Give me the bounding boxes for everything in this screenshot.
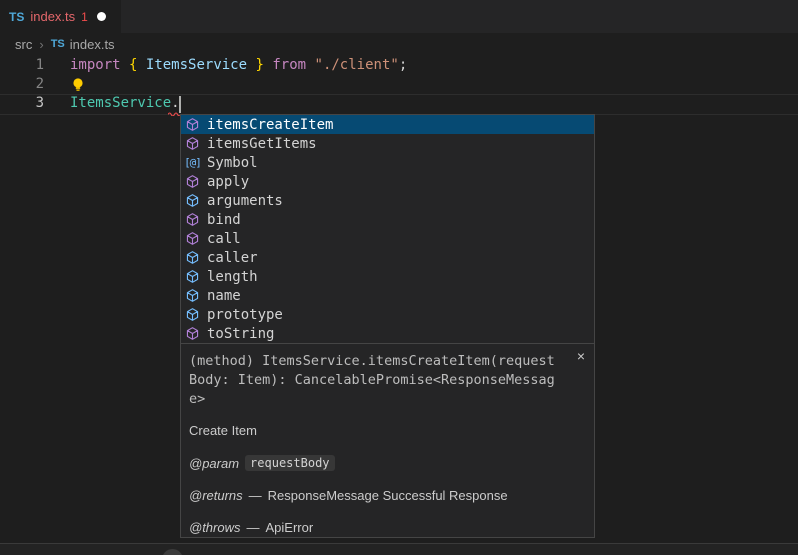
suggest-docs-panel: (method) ItemsService.itemsCreateItem(re… [181,343,594,537]
symbol-field-icon [184,307,201,322]
suggest-item-label: prototype [207,307,283,323]
code-token [121,57,129,73]
doc-tag-name: @returns [189,488,243,503]
doc-tag-name: @param [189,456,239,471]
code-token: "./client" [315,57,399,73]
doc-tag-param: @param requestBody [189,455,586,471]
code-token: ; [399,57,407,73]
suggest-item-label: caller [207,250,258,266]
code-token: ItemsService [146,57,247,73]
suggest-item-label: Symbol [207,155,258,171]
close-icon[interactable]: × [577,348,585,364]
floating-button-partial [162,549,183,555]
code-token: import [70,57,121,73]
code-token: from [272,57,306,73]
suggest-item-label: length [207,269,258,285]
suggest-item-label: itemsGetItems [207,136,317,152]
symbol-method-icon [184,117,201,132]
em-dash: — [249,488,262,503]
tab-label: index.ts [30,9,75,24]
suggest-item-itemsGetItems[interactable]: itemsGetItems [181,134,594,153]
vscode-window: TS index.ts 1 src › TS index.ts 123 impo… [0,0,798,555]
code-token: } [255,57,263,73]
code-token: ItemsService [70,95,171,111]
em-dash: — [247,520,260,535]
lightbulb-icon[interactable] [71,77,85,92]
suggest-item-caller[interactable]: caller [181,248,594,267]
code-line-3[interactable]: ItemsService. [70,95,407,114]
typescript-file-icon: TS [9,10,24,24]
suggest-list: itemsCreateItem itemsGetItems [@] Symbol app… [181,115,594,343]
suggest-item-length[interactable]: length [181,267,594,286]
suggest-item-label: itemsCreateItem [207,117,333,133]
suggest-item-label: call [207,231,241,247]
symbol-method-icon [184,212,201,227]
breadcrumb: src › TS index.ts [0,33,798,55]
symbol-field-icon [184,269,201,284]
suggest-item-toString[interactable]: toString [181,324,594,343]
breadcrumb-item-src[interactable]: src [15,37,32,52]
code-token [306,57,314,73]
doc-tag-text: ApiError [266,520,314,535]
line-number-2: 2 [0,76,44,95]
line-number-3: 3 [0,95,44,114]
suggest-widget: itemsCreateItem itemsGetItems [@] Symbol app… [180,114,595,538]
suggest-item-apply[interactable]: apply [181,172,594,191]
symbol-method-icon [184,136,201,151]
suggest-item-label: apply [207,174,249,190]
symbol-method-icon [184,174,201,189]
param-name-chip: requestBody [245,455,334,471]
code-token [137,57,145,73]
doc-tags: @param requestBody @returns — ResponseMessag… [189,455,586,535]
suggest-item-itemsCreateItem[interactable]: itemsCreateItem [181,115,594,134]
doc-tag-name: @throws [189,520,241,535]
symbol-field-icon [184,288,201,303]
modified-indicator-dot[interactable] [97,12,106,21]
suggest-item-arguments[interactable]: arguments [181,191,594,210]
doc-summary: Create Item [189,423,586,438]
chevron-right-icon: › [39,37,43,52]
suggest-item-Symbol[interactable]: [@] Symbol [181,153,594,172]
typescript-file-icon: TS [51,38,65,50]
doc-tag-returns: @returns — ResponseMessage Successful Resp… [189,488,586,503]
symbol-field-icon [184,250,201,265]
suggest-item-label: name [207,288,241,304]
suggest-item-bind[interactable]: bind [181,210,594,229]
suggest-item-call[interactable]: call [181,229,594,248]
suggest-item-name[interactable]: name [181,286,594,305]
suggest-item-label: bind [207,212,241,228]
doc-tag-text: ResponseMessage Successful Response [268,488,508,503]
suggest-item-label: toString [207,326,274,342]
code-line-1[interactable]: import { ItemsService } from "./client"; [70,57,407,76]
symbol-method-icon [184,231,201,246]
suggest-item-label: arguments [207,193,283,209]
tab-bar: TS index.ts 1 [0,0,798,33]
breadcrumb-item-file[interactable]: index.ts [70,37,115,52]
tab-error-count-badge: 1 [81,10,88,24]
method-signature: (method) ItemsService.itemsCreateItem(re… [189,352,559,409]
bottom-strip [0,544,798,555]
tab-index-ts[interactable]: TS index.ts 1 [0,0,121,33]
symbol-method-icon [184,326,201,341]
line-number-1: 1 [0,57,44,76]
code-content: import { ItemsService } from "./client";… [70,57,407,114]
suggest-item-prototype[interactable]: prototype [181,305,594,324]
symbol-property-icon: [@] [184,156,201,169]
symbol-field-icon [184,193,201,208]
code-line-2[interactable] [70,76,407,95]
gutter: 123 [0,57,44,114]
doc-tag-throws: @throws — ApiError [189,520,586,535]
